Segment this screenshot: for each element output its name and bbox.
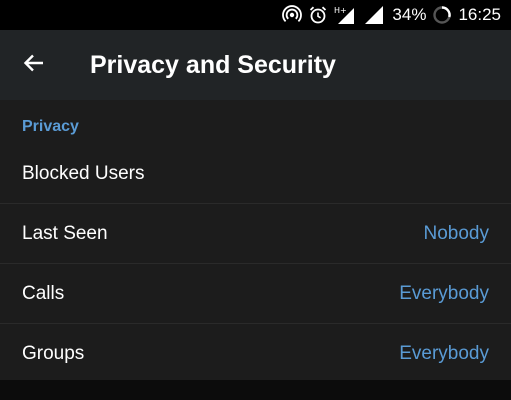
setting-value: Nobody (423, 223, 490, 244)
section-header-privacy: Privacy (22, 118, 79, 135)
screen: H+ 34% 16:25 Privacy and Security Privac… (0, 0, 511, 400)
setting-value: Everybody (399, 343, 489, 364)
setting-value: Everybody (399, 283, 489, 304)
setting-row-last-seen[interactable]: Last Seen Nobody (0, 204, 511, 264)
status-icons: H+ 34% 16:25 (276, 0, 501, 30)
signal-icon (364, 5, 384, 25)
setting-row-calls[interactable]: Calls Everybody (0, 264, 511, 324)
setting-label: Blocked Users (22, 163, 145, 184)
arrow-left-icon (22, 51, 46, 80)
section-separator (0, 380, 511, 400)
setting-label: Calls (22, 283, 65, 304)
alarm-icon (308, 5, 328, 25)
setting-label: Last Seen (22, 223, 108, 244)
setting-label: Groups (22, 343, 85, 364)
network-type-label: H+ (334, 6, 347, 15)
back-button[interactable] (14, 47, 54, 83)
settings-list: Privacy Blocked Users Last Seen Nobody C… (0, 100, 511, 380)
hotspot-icon (282, 5, 303, 25)
app-bar: Privacy and Security (0, 30, 511, 100)
setting-row-groups[interactable]: Groups Everybody (0, 324, 511, 384)
page-title: Privacy and Security (90, 51, 336, 79)
status-bar: H+ 34% 16:25 (0, 0, 511, 30)
signal-icon: H+ (334, 5, 358, 25)
battery-percent: 34% (392, 5, 427, 24)
battery-ring-icon (432, 5, 452, 25)
setting-row-blocked-users[interactable]: Blocked Users (0, 144, 511, 204)
clock: 16:25 (458, 5, 501, 24)
